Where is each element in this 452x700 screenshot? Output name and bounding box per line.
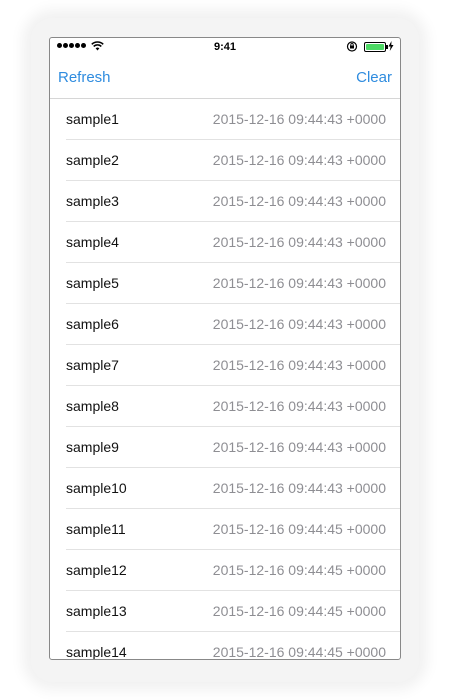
- sample-list: sample1 2015-12-16 09:44:43 +0000 sample…: [50, 99, 400, 660]
- list-item[interactable]: sample8 2015-12-16 09:44:43 +0000: [66, 386, 400, 427]
- item-date: 2015-12-16 09:44:43 +0000: [212, 439, 386, 455]
- item-title: sample6: [66, 316, 119, 332]
- list-item[interactable]: sample1 2015-12-16 09:44:43 +0000: [66, 99, 400, 140]
- item-date: 2015-12-16 09:44:43 +0000: [212, 193, 386, 209]
- refresh-button[interactable]: Refresh: [58, 69, 111, 86]
- item-title: sample3: [66, 193, 119, 209]
- item-date: 2015-12-16 09:44:43 +0000: [212, 316, 386, 332]
- clear-button[interactable]: Clear: [356, 69, 392, 86]
- phone-screen: 9:41 Refresh Clear sample1 2015-12-16 09…: [49, 37, 401, 660]
- item-date: 2015-12-16 09:44:45 +0000: [212, 521, 386, 537]
- list-item[interactable]: sample2 2015-12-16 09:44:43 +0000: [66, 140, 400, 181]
- item-title: sample14: [66, 644, 127, 660]
- item-date: 2015-12-16 09:44:43 +0000: [212, 234, 386, 250]
- list-item[interactable]: sample12 2015-12-16 09:44:45 +0000: [66, 550, 400, 591]
- list-item[interactable]: sample7 2015-12-16 09:44:43 +0000: [66, 345, 400, 386]
- item-title: sample4: [66, 234, 119, 250]
- item-date: 2015-12-16 09:44:43 +0000: [212, 398, 386, 414]
- item-title: sample11: [66, 521, 126, 537]
- list-item[interactable]: sample9 2015-12-16 09:44:43 +0000: [66, 427, 400, 468]
- item-title: sample12: [66, 562, 127, 578]
- list-item[interactable]: sample11 2015-12-16 09:44:45 +0000: [66, 509, 400, 550]
- list-item[interactable]: sample3 2015-12-16 09:44:43 +0000: [66, 181, 400, 222]
- list-item[interactable]: sample5 2015-12-16 09:44:43 +0000: [66, 263, 400, 304]
- list-item[interactable]: sample13 2015-12-16 09:44:45 +0000: [66, 591, 400, 632]
- item-title: sample8: [66, 398, 119, 414]
- item-date: 2015-12-16 09:44:45 +0000: [212, 562, 386, 578]
- list-item[interactable]: sample4 2015-12-16 09:44:43 +0000: [66, 222, 400, 263]
- item-title: sample5: [66, 275, 119, 291]
- item-title: sample1: [66, 111, 119, 127]
- item-title: sample10: [66, 480, 127, 496]
- item-date: 2015-12-16 09:44:43 +0000: [212, 111, 386, 127]
- item-title: sample13: [66, 603, 127, 619]
- list-item[interactable]: sample6 2015-12-16 09:44:43 +0000: [66, 304, 400, 345]
- list-item[interactable]: sample14 2015-12-16 09:44:45 +0000: [66, 632, 400, 660]
- status-bar: 9:41: [50, 38, 400, 58]
- charging-bolt-icon: [388, 41, 394, 51]
- item-date: 2015-12-16 09:44:43 +0000: [212, 275, 386, 291]
- item-date: 2015-12-16 09:44:43 +0000: [212, 357, 386, 373]
- navigation-bar: Refresh Clear: [50, 58, 400, 99]
- item-date: 2015-12-16 09:44:45 +0000: [212, 644, 386, 660]
- item-date: 2015-12-16 09:44:45 +0000: [212, 603, 386, 619]
- item-title: sample9: [66, 439, 119, 455]
- battery-fill: [366, 44, 384, 50]
- item-date: 2015-12-16 09:44:43 +0000: [212, 152, 386, 168]
- list-item[interactable]: sample10 2015-12-16 09:44:43 +0000: [66, 468, 400, 509]
- item-date: 2015-12-16 09:44:43 +0000: [212, 480, 386, 496]
- item-title: sample7: [66, 357, 119, 373]
- orientation-lock-icon: [346, 41, 358, 52]
- item-title: sample2: [66, 152, 119, 168]
- battery-icon: [364, 42, 388, 52]
